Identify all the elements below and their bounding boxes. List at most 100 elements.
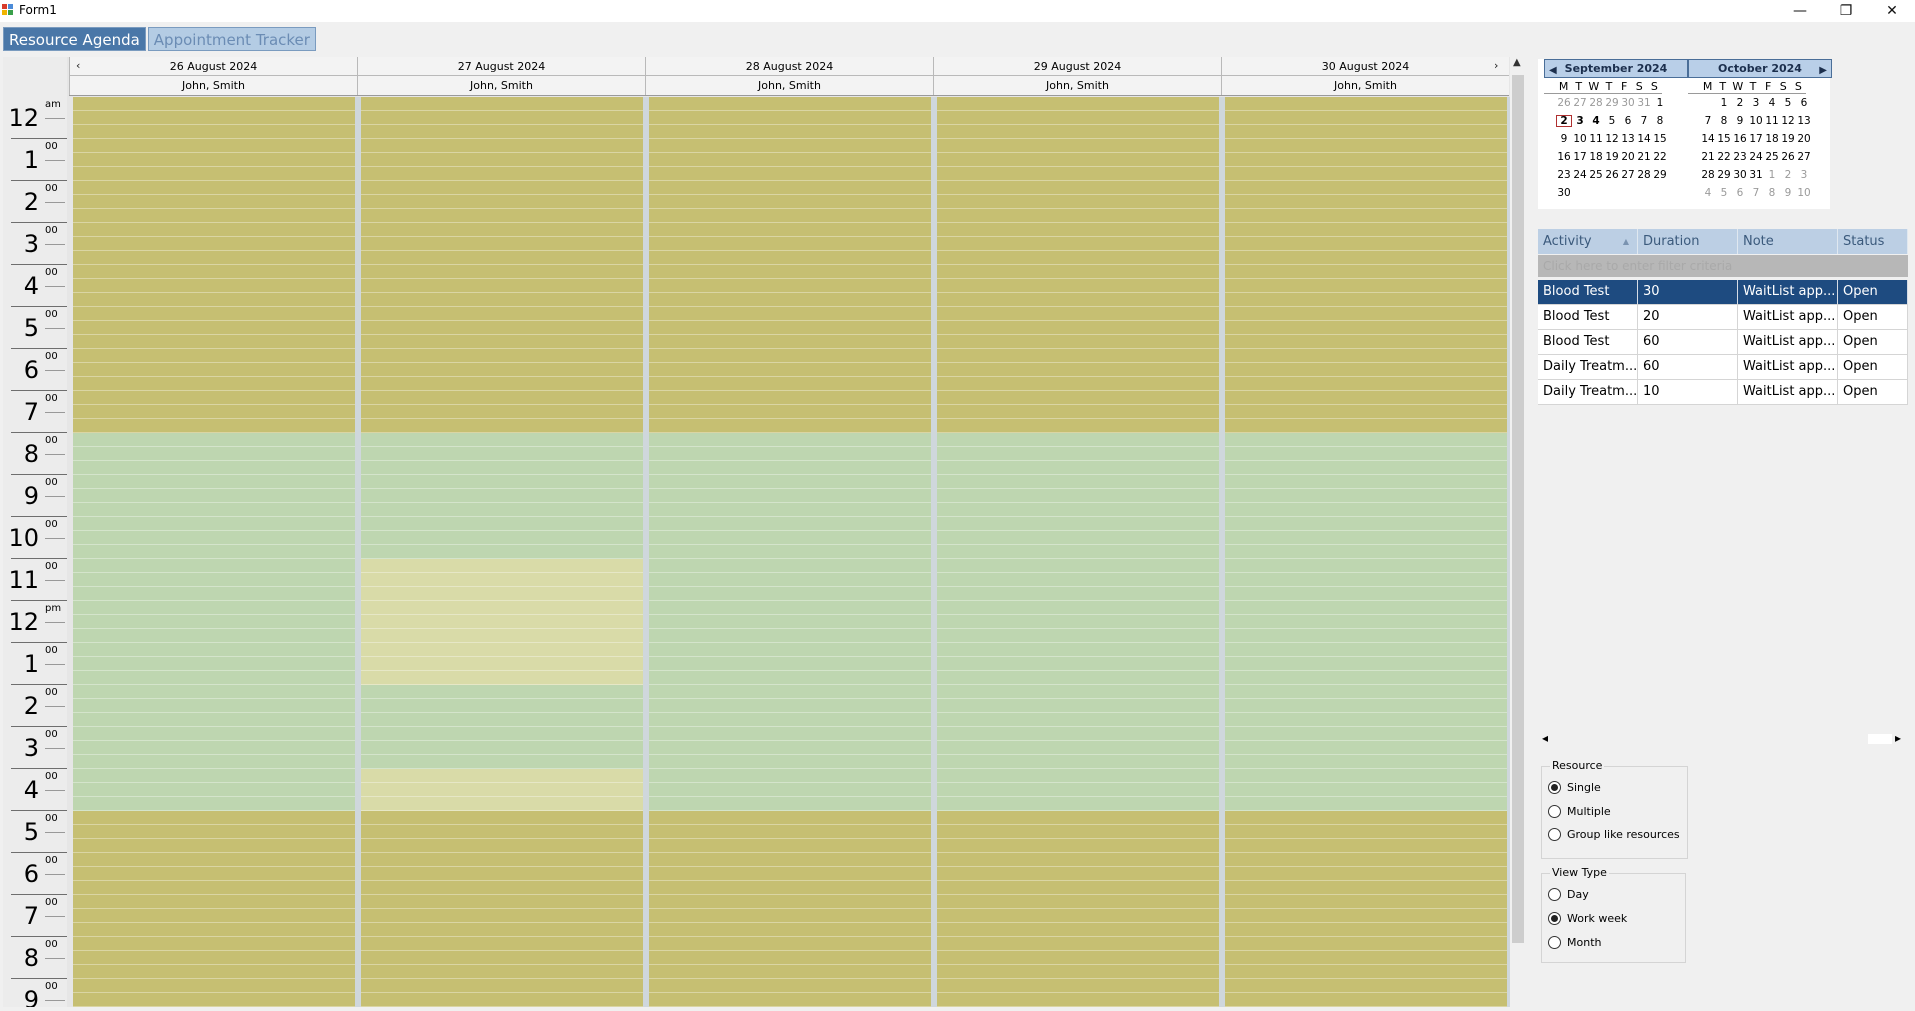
calendar-day[interactable]: 23 (1732, 151, 1748, 163)
calendar-day[interactable]: 8 (1652, 115, 1668, 127)
time-slot-cell[interactable] (73, 321, 355, 335)
calendar-day[interactable]: 12 (1780, 115, 1796, 127)
calendar-day[interactable]: 31 (1748, 169, 1764, 181)
time-slot-cell[interactable] (1225, 405, 1507, 419)
cell-note[interactable]: WaitList app... (1738, 330, 1838, 354)
time-slot-cell[interactable] (649, 321, 931, 335)
cell-activity[interactable]: Daily Treatm... (1538, 380, 1638, 404)
time-slot-cell[interactable] (1225, 153, 1507, 167)
calendar-day[interactable]: 26 (1780, 151, 1796, 163)
radio-button-icon[interactable] (1548, 887, 1561, 901)
time-slot-cell[interactable] (649, 601, 931, 615)
viewtype-option[interactable]: Day (1548, 886, 1589, 902)
maximize-button[interactable]: ❐ (1823, 0, 1869, 22)
time-slot-cell[interactable] (937, 755, 1219, 769)
calendar-day[interactable]: 10 (1748, 115, 1764, 127)
calendar-day[interactable]: 9 (1556, 133, 1572, 145)
calendar-day[interactable]: 15 (1652, 133, 1668, 145)
time-slot-cell[interactable] (937, 377, 1219, 391)
filter-row[interactable]: Click here to enter filter criteria (1538, 255, 1908, 277)
prev-month-icon[interactable]: ◀ (1549, 62, 1557, 79)
time-slot-cell[interactable] (937, 825, 1219, 839)
time-slot-cell[interactable] (649, 293, 931, 307)
column-header-status[interactable]: Status (1838, 229, 1908, 254)
time-slot-cell[interactable] (73, 713, 355, 727)
time-slot-cell[interactable] (937, 209, 1219, 223)
time-slot-cell[interactable] (73, 517, 355, 531)
time-slot-cell[interactable] (1225, 965, 1507, 979)
calendar-day[interactable]: 29 (1716, 169, 1732, 181)
time-slot-cell[interactable] (73, 727, 355, 741)
time-slot-cell[interactable] (937, 153, 1219, 167)
time-slot-cell[interactable] (649, 727, 931, 741)
time-slot-cell[interactable] (649, 195, 931, 209)
calendar-day[interactable]: 7 (1636, 115, 1652, 127)
calendar-day[interactable]: 16 (1732, 133, 1748, 145)
time-slot-cell[interactable] (361, 979, 643, 993)
time-slot-cell[interactable] (937, 853, 1219, 867)
date-header-cell[interactable]: 27 August 2024 (357, 57, 645, 75)
time-slot-cell[interactable] (1225, 321, 1507, 335)
calendar-day[interactable]: 26 (1604, 169, 1620, 181)
calendar-day[interactable]: 25 (1764, 151, 1780, 163)
time-slot-cell[interactable] (937, 629, 1219, 643)
time-slot-cell[interactable] (1225, 531, 1507, 545)
waitlist-grid[interactable]: Activity ▲ Duration Note Status Click her… (1538, 229, 1908, 745)
time-slot-cell[interactable] (937, 545, 1219, 559)
time-slot-cell[interactable] (937, 741, 1219, 755)
time-slot-cell[interactable] (649, 657, 931, 671)
time-slot-cell[interactable] (649, 811, 931, 825)
time-slot-cell[interactable] (1225, 671, 1507, 685)
time-slot-cell[interactable] (73, 881, 355, 895)
time-slot-cell[interactable] (361, 209, 643, 223)
time-slot-cell[interactable] (1225, 279, 1507, 293)
time-slot-cell[interactable] (361, 951, 643, 965)
time-slot-cell[interactable] (649, 923, 931, 937)
calendar-day[interactable]: 4 (1700, 187, 1716, 199)
time-slot-cell[interactable] (649, 783, 931, 797)
cell-duration[interactable]: 60 (1638, 330, 1738, 354)
time-slot-cell[interactable] (361, 867, 643, 881)
time-slot-cell[interactable] (1225, 335, 1507, 349)
time-slot-cell[interactable] (937, 111, 1219, 125)
calendar-day[interactable]: 4 (1588, 115, 1604, 127)
time-slot-cell[interactable] (649, 419, 931, 433)
calendar-day[interactable]: 28 (1700, 169, 1716, 181)
time-slot-cell[interactable] (73, 391, 355, 405)
day-column[interactable] (73, 97, 355, 1007)
next-month-icon[interactable]: ▶ (1819, 62, 1827, 79)
calendar-day[interactable]: 18 (1588, 151, 1604, 163)
time-slot-cell[interactable] (73, 671, 355, 685)
time-slot-cell[interactable] (937, 391, 1219, 405)
time-slot-cell[interactable] (1225, 881, 1507, 895)
calendar-day[interactable]: 20 (1796, 133, 1812, 145)
time-slot-cell[interactable] (1225, 293, 1507, 307)
calendar-day[interactable]: 14 (1636, 133, 1652, 145)
calendar-day[interactable]: 27 (1572, 97, 1588, 109)
time-slot-cell[interactable] (937, 223, 1219, 237)
calendar-day[interactable]: 2 (1556, 115, 1572, 127)
time-slot-cell[interactable] (73, 335, 355, 349)
time-slot-cell[interactable] (649, 993, 931, 1007)
time-slot-cell[interactable] (649, 937, 931, 951)
time-slot-cell[interactable] (937, 951, 1219, 965)
cell-status[interactable]: Open (1838, 305, 1908, 329)
tab-appointment-tracker[interactable]: Appointment Tracker (147, 27, 316, 51)
time-slot-cell[interactable] (361, 181, 643, 195)
calendar-october[interactable]: October 2024 ▶ M T W T F S S 1 2 3 4 5 6 7 8 9 10 11 12 13 1… (1688, 59, 1832, 202)
time-slot-cell[interactable] (73, 265, 355, 279)
calendar-day[interactable]: 8 (1716, 115, 1732, 127)
cell-status[interactable]: Open (1838, 355, 1908, 379)
viewtype-option[interactable]: Month (1548, 934, 1601, 950)
time-slot-cell[interactable] (1225, 615, 1507, 629)
time-slot-cell[interactable] (937, 97, 1219, 111)
time-slot-cell[interactable] (361, 489, 643, 503)
column-header-duration[interactable]: Duration (1638, 229, 1738, 254)
time-slot-cell[interactable] (1225, 433, 1507, 447)
calendar-day[interactable]: 27 (1620, 169, 1636, 181)
time-slot-cell[interactable] (73, 951, 355, 965)
time-slot-cell[interactable] (1225, 209, 1507, 223)
calendar-day[interactable]: 8 (1764, 187, 1780, 199)
time-slot-cell[interactable] (937, 643, 1219, 657)
time-slot-cell[interactable] (73, 895, 355, 909)
